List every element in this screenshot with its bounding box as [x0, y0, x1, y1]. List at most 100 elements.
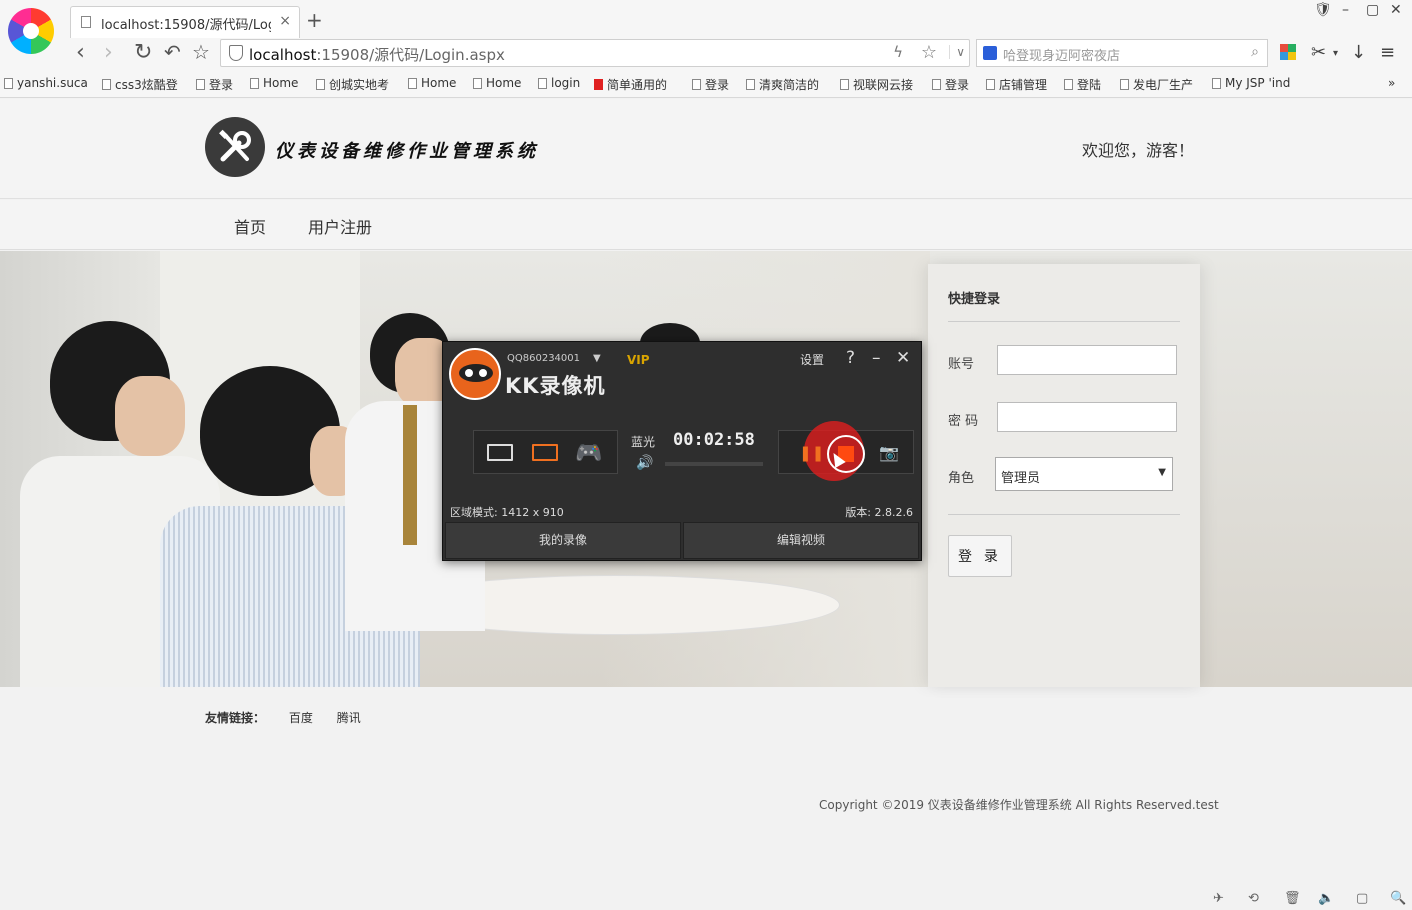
back-icon[interactable]: ‹	[76, 40, 85, 65]
page-icon	[473, 77, 482, 89]
page-icon	[1064, 79, 1073, 90]
page-icon	[196, 79, 205, 90]
browser-tab[interactable]: localhost:15908/源代码/Login. ×	[70, 6, 300, 38]
friend-link-baidu[interactable]: 百度	[289, 711, 313, 725]
tab-close-icon[interactable]: ×	[279, 13, 291, 29]
kk-raccoon-logo-icon	[449, 348, 501, 400]
favorite-star-icon[interactable]: ☆	[192, 40, 210, 64]
bookmark-item[interactable]: 视联网云接	[840, 76, 920, 93]
chevron-down-icon[interactable]: ▾	[1333, 48, 1338, 59]
bookmark-item[interactable]: My JSP 'ind	[1212, 76, 1296, 90]
gamepad-icon[interactable]: 🎮	[575, 441, 602, 466]
page-icon	[1212, 77, 1221, 89]
bookmark-item[interactable]: 登录	[692, 76, 740, 93]
address-url[interactable]: localhost:15908/源代码/Login.aspx	[249, 44, 505, 65]
address-host: localhost	[249, 46, 317, 64]
search-engine-icon[interactable]	[983, 46, 997, 60]
divider	[948, 514, 1180, 515]
chevron-down-icon[interactable]: ▼	[593, 353, 601, 364]
bookmark-item[interactable]: Home	[408, 76, 464, 90]
close-window-button[interactable]: ✕	[1390, 2, 1402, 18]
bookmark-item[interactable]: 清爽简洁的	[746, 76, 826, 93]
bookmark-item[interactable]: Home	[473, 76, 529, 90]
chevron-down-icon: ▼	[1158, 467, 1166, 478]
close-icon[interactable]: ✕	[896, 348, 910, 368]
kk-my-videos-button[interactable]: 我的录像	[445, 522, 681, 559]
new-tab-button[interactable]: +	[306, 8, 323, 32]
zoom-icon[interactable]: 🔍	[1390, 891, 1406, 906]
kk-quality-label[interactable]: 蓝光	[631, 433, 655, 450]
copyright-text: Copyright ©2019 仪表设备维修作业管理系统 All Rights …	[819, 798, 1219, 812]
kk-recorder-window[interactable]: QQ860234001 ▼ VIP KK录像机 设置 ? – ✕ 🎮 蓝光 🔊 …	[442, 341, 922, 561]
welcome-message: 欢迎您，游客！	[1082, 141, 1195, 160]
search-box[interactable]: 哈登现身迈阿密夜店 ⌕	[976, 39, 1268, 67]
camera-icon[interactable]: 📷	[879, 443, 899, 462]
skin-icon[interactable]: 🛡	[1314, 2, 1332, 18]
page-icon	[986, 79, 995, 90]
chevron-down-icon[interactable]: ∨	[949, 45, 965, 59]
page-icon	[81, 16, 91, 28]
scissors-icon[interactable]: ✂	[1311, 42, 1326, 63]
bookmark-item[interactable]: login	[538, 76, 588, 90]
page-icon	[840, 79, 849, 90]
login-title: 快捷登录	[948, 292, 1001, 307]
role-selected-value: 管理员	[1001, 471, 1041, 486]
kk-vip-badge[interactable]: VIP	[627, 353, 650, 367]
role-select[interactable]: 管理员 ▼	[995, 457, 1173, 491]
apps-grid-icon[interactable]	[1280, 44, 1296, 60]
rocket-icon[interactable]: ✈	[1213, 891, 1224, 906]
refresh-icon[interactable]: ⟲	[1248, 891, 1259, 906]
region-select-icon[interactable]	[532, 444, 558, 461]
account-input[interactable]	[997, 345, 1177, 375]
page-icon	[692, 79, 701, 90]
friend-link-tencent[interactable]: 腾讯	[337, 711, 361, 725]
reload-icon[interactable]: ↻	[134, 40, 152, 65]
maximize-button[interactable]: ▢	[1366, 2, 1379, 18]
search-icon[interactable]: ⌕	[1251, 44, 1259, 60]
trash-icon[interactable]: 🗑	[1284, 891, 1301, 906]
search-input[interactable]: 哈登现身迈阿密夜店	[1003, 45, 1120, 64]
menu-icon[interactable]: ≡	[1380, 42, 1395, 63]
bookmark-item[interactable]: yanshi.suca	[4, 76, 88, 90]
bookmark-item[interactable]: css3炫酷登	[102, 76, 182, 93]
lightning-icon[interactable]: ϟ	[893, 43, 903, 61]
page-icon	[102, 79, 111, 90]
login-button[interactable]: 登 录	[948, 535, 1012, 577]
kk-record-timer: 00:02:58	[673, 430, 755, 450]
bookmark-item[interactable]: 登录	[932, 76, 980, 93]
kk-settings-button[interactable]: 设置	[800, 351, 824, 368]
forward-icon[interactable]: ›	[104, 40, 113, 65]
pause-icon[interactable]: ❚❚	[799, 444, 824, 462]
download-icon[interactable]: ↓	[1351, 42, 1366, 63]
bookmark-item[interactable]: 简单通用的	[594, 76, 678, 93]
undo-icon[interactable]: ↶	[164, 40, 181, 64]
page-icon	[538, 77, 547, 89]
site-title: 仪表设备维修作业管理系统	[275, 141, 539, 162]
page-icon	[408, 77, 417, 89]
nav-register-link[interactable]: 用户注册	[308, 214, 372, 238]
browser-logo-icon[interactable]	[8, 8, 54, 54]
speaker-icon[interactable]: 🔈	[1318, 891, 1334, 906]
bookmark-item[interactable]: 创城实地考	[316, 76, 394, 93]
bookmarks-more-icon[interactable]: »	[1388, 76, 1395, 90]
kk-mode-selector: 🎮	[473, 430, 618, 474]
bookmark-star-icon[interactable]: ☆	[921, 42, 937, 63]
address-bar[interactable]: localhost:15908/源代码/Login.aspx ϟ ☆ ∨	[220, 39, 970, 67]
window-icon[interactable]: ▢	[1356, 891, 1368, 906]
bookmark-item[interactable]: 登陆	[1064, 76, 1112, 93]
bookmark-item[interactable]: 发电厂生产	[1120, 76, 1198, 93]
divider	[948, 321, 1180, 322]
password-input[interactable]	[997, 402, 1177, 432]
kk-edit-video-button[interactable]: 编辑视频	[683, 522, 919, 559]
kk-version: 版本: 2.8.2.6	[845, 506, 913, 519]
bookmark-item[interactable]: 店铺管理	[986, 76, 1056, 93]
minimize-icon[interactable]: –	[872, 348, 881, 368]
minimize-button[interactable]: –	[1342, 2, 1349, 18]
monitor-icon[interactable]	[487, 444, 513, 461]
volume-slider[interactable]	[665, 462, 763, 466]
help-icon[interactable]: ?	[846, 348, 855, 368]
bookmark-item[interactable]: Home	[250, 76, 306, 90]
volume-icon[interactable]: 🔊	[636, 455, 653, 471]
bookmark-item[interactable]: 登录	[196, 76, 244, 93]
nav-home-link[interactable]: 首页	[234, 214, 266, 238]
